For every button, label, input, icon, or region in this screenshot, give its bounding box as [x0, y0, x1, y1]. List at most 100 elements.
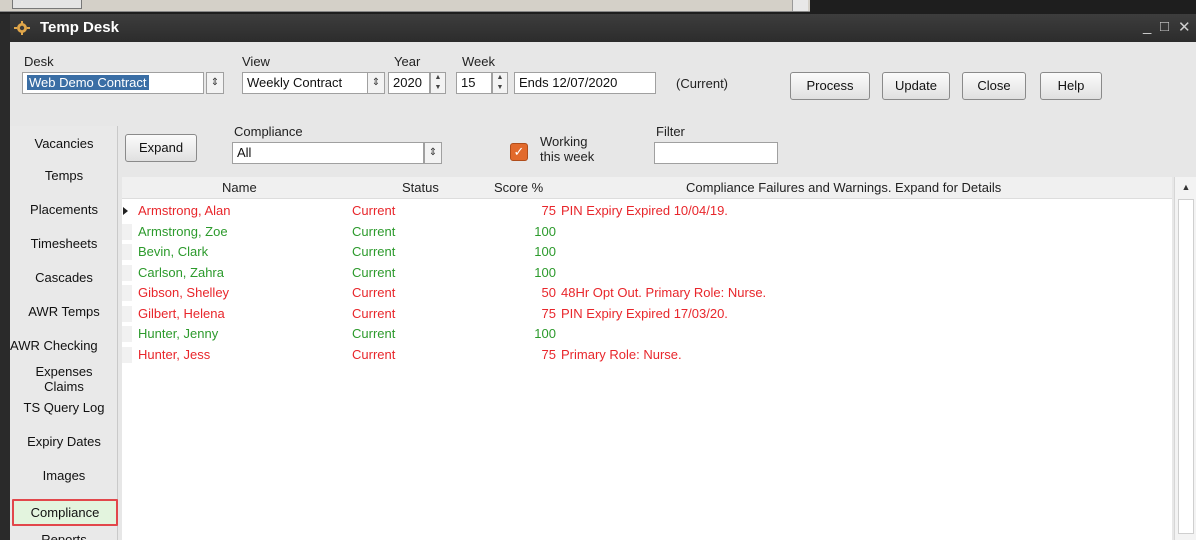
- working-this-week-checkbox[interactable]: ✓: [510, 143, 528, 161]
- desk-select[interactable]: Web Demo Contract: [22, 72, 204, 94]
- working-this-week-label: Working this week: [540, 134, 594, 164]
- up-arrow-icon[interactable]: ▲: [493, 73, 507, 83]
- row-selector[interactable]: [122, 326, 132, 342]
- table-cell-score: 100: [534, 223, 556, 239]
- sidebar-item-awr-checking[interactable]: AWR Checking: [10, 338, 118, 353]
- table-row[interactable]: Armstrong, Zoe Current 100: [122, 222, 1172, 243]
- help-button[interactable]: Help: [1040, 72, 1102, 100]
- table-cell-score: 75: [541, 346, 556, 362]
- sidebar-item-awr-temps[interactable]: AWR Temps: [10, 304, 118, 319]
- row-selector[interactable]: [122, 346, 132, 363]
- check-icon: ✓: [513, 144, 525, 159]
- table-cell-status: Current: [352, 285, 396, 300]
- title-bar[interactable]: Temp Desk _ □ ✕: [10, 14, 1196, 42]
- table-cell-status: Current: [352, 223, 396, 239]
- table-cell-score: 100: [534, 244, 556, 259]
- filter-input[interactable]: [654, 142, 778, 164]
- table-cell-name: Armstrong, Zoe: [138, 223, 228, 239]
- period-status: (Current): [676, 76, 729, 91]
- table-cell-score: 75: [541, 203, 556, 218]
- table-row[interactable]: Bevin, Clark Current 100: [122, 242, 1172, 263]
- column-header-score[interactable]: Score %: [494, 180, 543, 195]
- expand-button[interactable]: Expand: [125, 134, 197, 162]
- view-dropdown-icon[interactable]: ⇕: [367, 72, 385, 94]
- down-arrow-icon[interactable]: ▼: [431, 83, 445, 93]
- close-window-icon[interactable]: ✕: [1178, 18, 1191, 36]
- close-button[interactable]: Close: [962, 72, 1026, 100]
- week-value: 15: [461, 75, 476, 90]
- sidebar-item-images[interactable]: Images: [10, 468, 118, 483]
- table-cell-name: Carlson, Zahra: [138, 264, 224, 280]
- table-cell-status: Current: [352, 326, 396, 341]
- scroll-up-icon[interactable]: ▲: [1178, 179, 1194, 195]
- table-cell-name: Hunter, Jess: [138, 346, 211, 362]
- year-stepper[interactable]: ▲ ▼: [430, 72, 446, 94]
- table-cell-score: 50: [541, 285, 556, 300]
- view-value: Weekly Contract: [247, 75, 343, 90]
- down-arrow-icon[interactable]: ▼: [493, 83, 507, 93]
- desk-value: Web Demo Contract: [27, 75, 149, 90]
- compliance-value: All: [237, 145, 252, 160]
- sidebar-item-timesheets[interactable]: Timesheets: [10, 236, 118, 251]
- table-cell-status: Current: [352, 346, 396, 362]
- sidebar-item-expenses-claims[interactable]: Expenses Claims: [14, 364, 114, 394]
- sidebar-item-cascades[interactable]: Cascades: [10, 270, 118, 285]
- table-row[interactable]: Hunter, Jenny Current 100: [122, 324, 1172, 345]
- compliance-select[interactable]: All: [232, 142, 424, 164]
- background-dropdown: [792, 0, 808, 11]
- sidebar-item-temps[interactable]: Temps: [10, 168, 118, 183]
- update-button[interactable]: Update: [882, 72, 950, 100]
- table-header: Name Status Score % Compliance Failures …: [122, 177, 1172, 199]
- table-cell-failures: PIN Expiry Expired 10/04/19.: [561, 203, 728, 218]
- sidebar-item-vacancies[interactable]: Vacancies: [10, 136, 118, 151]
- table-cell-failures: 48Hr Opt Out. Primary Role: Nurse.: [561, 285, 767, 300]
- compliance-dropdown-icon[interactable]: ⇕: [424, 142, 442, 164]
- row-selector[interactable]: [122, 223, 132, 240]
- table-row[interactable]: Armstrong, Alan Current 75 PIN Expiry Expir…: [122, 201, 1172, 222]
- sidebar-item-compliance[interactable]: Compliance: [12, 499, 118, 526]
- year-field[interactable]: 2020: [388, 72, 430, 94]
- sidebar-item-expiry-dates[interactable]: Expiry Dates: [10, 434, 118, 449]
- week-ends-field: Ends 12/07/2020: [514, 72, 656, 94]
- table-cell-failures: Primary Role: Nurse.: [561, 346, 682, 362]
- process-button[interactable]: Process: [790, 72, 870, 100]
- sidebar-item-placements[interactable]: Placements: [10, 202, 118, 217]
- sidebar-item-ts-query-log[interactable]: TS Query Log: [10, 400, 118, 415]
- year-value: 2020: [393, 75, 422, 90]
- column-header-failures[interactable]: Compliance Failures and Warnings. Expand…: [686, 180, 1001, 195]
- row-selector[interactable]: [122, 264, 132, 281]
- table-cell-status: Current: [352, 244, 396, 259]
- table-row[interactable]: Gibson, Shelley Current 50 48Hr Opt Out. Pr…: [122, 283, 1172, 304]
- row-selector[interactable]: [122, 305, 132, 322]
- week-field[interactable]: 15: [456, 72, 492, 94]
- window-title: Temp Desk: [40, 19, 119, 36]
- table-row[interactable]: Hunter, Jess Current 75 Primary Role: Nurse…: [122, 345, 1172, 366]
- working-label-line1: Working: [540, 134, 588, 149]
- table-cell-score: 100: [534, 326, 556, 341]
- background-window-strip: [0, 0, 1196, 14]
- row-selector[interactable]: [122, 285, 132, 301]
- column-header-status[interactable]: Status: [402, 180, 439, 195]
- background-window: [0, 0, 810, 12]
- desk-dropdown-icon[interactable]: ⇕: [206, 72, 224, 94]
- sidebar-item-reports[interactable]: Reports: [10, 532, 118, 540]
- maximize-icon[interactable]: □: [1160, 18, 1169, 35]
- week-label: Week: [462, 54, 495, 69]
- table-cell-status: Current: [352, 264, 396, 280]
- table-cell-score: 100: [534, 264, 556, 280]
- minimize-icon[interactable]: _: [1143, 18, 1151, 35]
- week-stepper[interactable]: ▲ ▼: [492, 72, 508, 94]
- table-row[interactable]: Gilbert, Helena Current 75 PIN Expiry Expir…: [122, 304, 1172, 325]
- up-arrow-icon[interactable]: ▲: [431, 73, 445, 83]
- current-row-arrow-icon[interactable]: [123, 207, 128, 215]
- temp-desk-app-icon: [14, 21, 30, 35]
- column-header-name[interactable]: Name: [222, 180, 257, 195]
- table-cell-status: Current: [352, 305, 396, 321]
- table-row[interactable]: Carlson, Zahra Current 100: [122, 263, 1172, 284]
- filter-label: Filter: [656, 124, 685, 139]
- vertical-scrollbar[interactable]: ▲: [1174, 177, 1196, 540]
- temp-desk-window: Temp Desk _ □ ✕ Desk Web Demo Contract ⇕…: [10, 14, 1196, 540]
- view-select[interactable]: Weekly Contract: [242, 72, 368, 94]
- scrollbar-thumb[interactable]: [1178, 199, 1194, 534]
- row-selector[interactable]: [122, 244, 132, 260]
